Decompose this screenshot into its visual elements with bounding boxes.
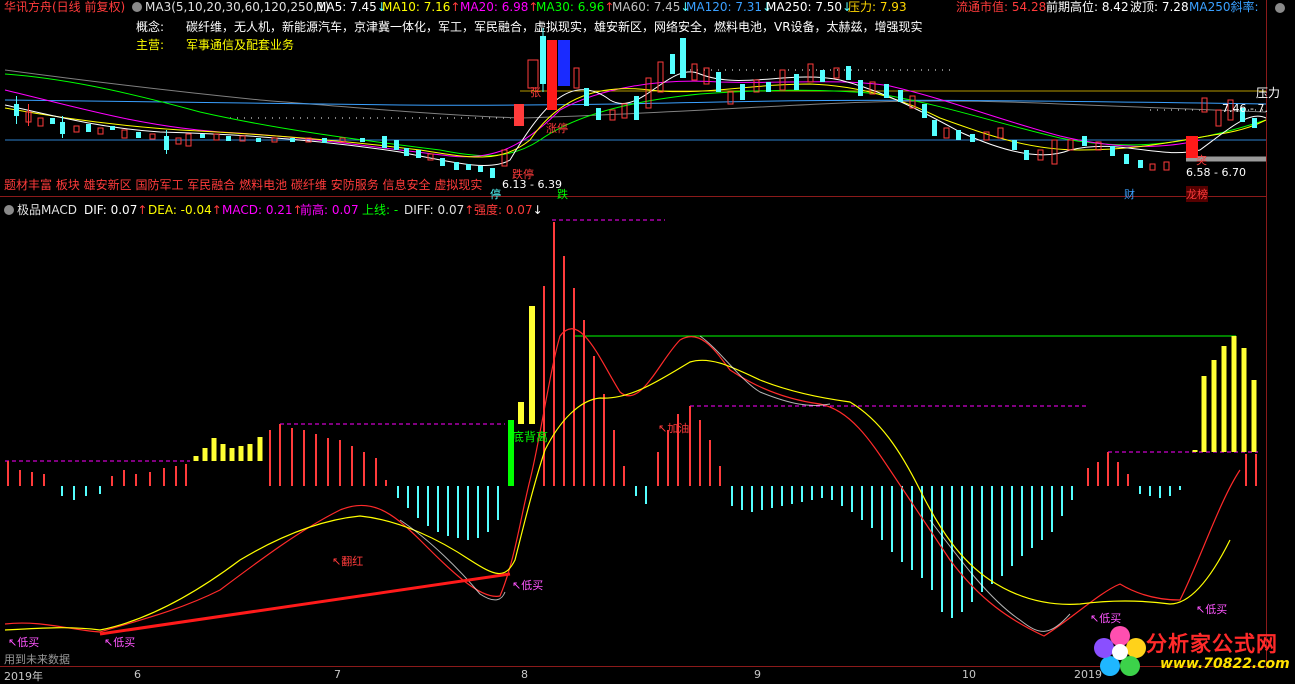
settings-icon[interactable] xyxy=(4,205,14,215)
dif-line xyxy=(4,328,1241,637)
zhang-label: 张 xyxy=(530,86,541,99)
panel-separator xyxy=(0,196,1266,197)
drop-label: 跌 xyxy=(557,188,568,201)
bottom-trendline xyxy=(99,572,511,636)
qi-label: 突 xyxy=(1196,154,1207,167)
site-logo: 分析家公式网 www.70822.com xyxy=(1092,624,1290,680)
sector-tags: 题材丰富 板块 雄安新区 国防军工 军民融合 燃料电池 碳纤维 安防服务 信息安… xyxy=(4,178,483,192)
pressure-label: 压力 xyxy=(1256,86,1281,100)
low-buy-label-1: ↖低买 xyxy=(8,636,40,649)
axis-tick-10: 10 xyxy=(962,668,976,681)
turn-red-label: ↖翻红 xyxy=(332,555,364,568)
upper-line-readout: 上线: - xyxy=(362,203,399,217)
chart-canvas[interactable] xyxy=(0,0,1295,683)
list-badge: 龙榜 xyxy=(1186,186,1208,202)
dif-readout: DIF: 0.07↑ xyxy=(84,203,148,217)
finance-label: 财 xyxy=(1124,188,1135,201)
limit-down-label: 跌停 xyxy=(512,168,534,181)
axis-year-label: 2019年 xyxy=(4,670,43,683)
stop-label: 停 xyxy=(490,188,501,201)
prev-high-indicator: 前高: 0.07 xyxy=(300,203,359,217)
strength-readout: 强度: 0.07↓ xyxy=(474,203,543,217)
macd-histogram xyxy=(7,222,1257,618)
indicator-settings[interactable]: 极品MACD xyxy=(4,203,77,217)
axis-tick-6: 6 xyxy=(134,668,141,681)
logo-url: www.70822.com xyxy=(1160,656,1290,672)
low-buy-label-3: ↖低买 xyxy=(512,579,544,592)
flower-logo-icon xyxy=(1094,626,1146,676)
macd-readout: MACD: 0.21↑ xyxy=(222,203,303,217)
add-position-label: ↖加油 xyxy=(658,422,690,435)
future-data-note: 用到未来数据 xyxy=(4,653,70,666)
low-buy-label-5: ↖低买 xyxy=(1196,603,1228,616)
axis-tick-8: 8 xyxy=(521,668,528,681)
ma10-line xyxy=(4,83,1267,158)
limit-up-label: 涨停 xyxy=(546,122,568,135)
bottom-divergence-label: 底背离 xyxy=(512,430,549,444)
logo-title: 分析家公式网 xyxy=(1146,632,1278,656)
dea-line xyxy=(4,359,1231,631)
support-range-1: 6.58 - 6.70 xyxy=(1186,166,1246,179)
candlesticks xyxy=(14,28,1257,178)
axis-tick-9: 9 xyxy=(754,668,761,681)
axis-separator xyxy=(0,666,1266,667)
low-buy-label-2: ↖低买 xyxy=(104,636,136,649)
axis-tick-7: 7 xyxy=(334,668,341,681)
dea-readout: DEA: -0.04↑ xyxy=(148,203,222,217)
pressure-range: 7.46 - 7. xyxy=(1222,102,1268,115)
diff-readout: DIFF: 0.07↑ xyxy=(404,203,475,217)
